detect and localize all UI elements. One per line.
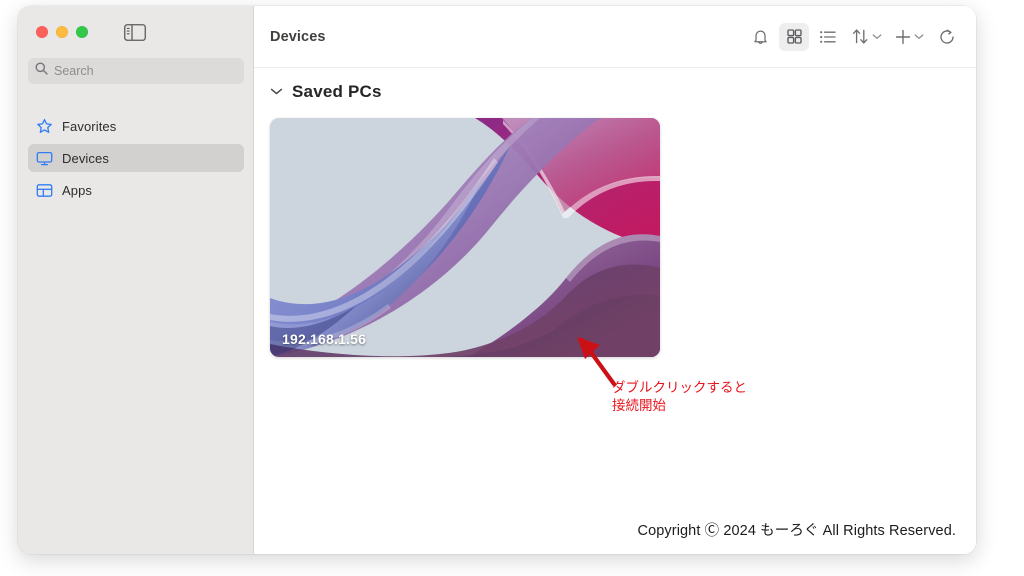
list-view-button[interactable] (813, 23, 843, 51)
toolbar: Devices (254, 6, 976, 68)
refresh-button[interactable] (932, 23, 962, 51)
list-view-icon (819, 29, 837, 45)
sidebar-item-devices[interactable]: Devices (28, 144, 244, 172)
apps-grid-icon (36, 182, 53, 199)
chevron-down-icon (914, 33, 924, 40)
sidebar-nav: Favorites Devices Apps (28, 112, 244, 208)
section-title: Saved PCs (292, 82, 382, 101)
sort-arrows-icon (851, 27, 870, 46)
chevron-down-icon[interactable] (270, 83, 283, 101)
app-window: Favorites Devices (18, 6, 976, 554)
annotation-text: ダブルクリックすると 接続開始 (612, 380, 747, 414)
star-icon (36, 118, 53, 135)
sidebar-item-label: Apps (62, 182, 93, 198)
sidebar: Favorites Devices (18, 6, 254, 554)
refresh-icon (938, 28, 956, 46)
toolbar-actions (745, 22, 962, 51)
close-button[interactable] (36, 26, 48, 38)
monitor-icon (36, 150, 53, 167)
search-icon (35, 62, 48, 80)
sidebar-item-apps[interactable]: Apps (28, 176, 244, 204)
device-label: 192.168.1.56 (282, 331, 367, 347)
footer: Copyright Ⓒ 2024 もーろぐ All Rights Reserve… (254, 519, 976, 554)
device-grid: 192.168.1.56 ダブルクリックすると 接続開始 (254, 102, 976, 414)
notifications-button[interactable] (745, 23, 775, 51)
add-button[interactable] (890, 23, 928, 51)
minimize-button[interactable] (56, 26, 68, 38)
sidebar-item-label: Favorites (62, 118, 117, 134)
content-area: Devices Saved PCs 192.168.1.56 ダブルクリックする… (254, 6, 976, 554)
bell-icon (752, 28, 769, 46)
copyright-text: Copyright Ⓒ 2024 もーろぐ All Rights Reserve… (637, 523, 956, 539)
sidebar-item-label: Devices (62, 150, 109, 166)
sidebar-item-favorites[interactable]: Favorites (28, 112, 244, 140)
grid-view-button[interactable] (779, 22, 809, 51)
section-header[interactable]: Saved PCs (254, 68, 976, 102)
search-input[interactable] (54, 64, 237, 78)
plus-icon (894, 28, 912, 46)
chevron-down-icon (872, 33, 882, 40)
windows-wallpaper-thumbnail (270, 118, 660, 357)
window-controls (36, 26, 88, 38)
grid-view-icon (786, 28, 803, 45)
page-title: Devices (270, 28, 326, 45)
sort-button[interactable] (847, 23, 886, 51)
search-field[interactable] (28, 58, 244, 84)
maximize-button[interactable] (76, 26, 88, 38)
device-card[interactable]: 192.168.1.56 (270, 118, 660, 357)
sidebar-toggle-icon[interactable] (124, 24, 146, 41)
